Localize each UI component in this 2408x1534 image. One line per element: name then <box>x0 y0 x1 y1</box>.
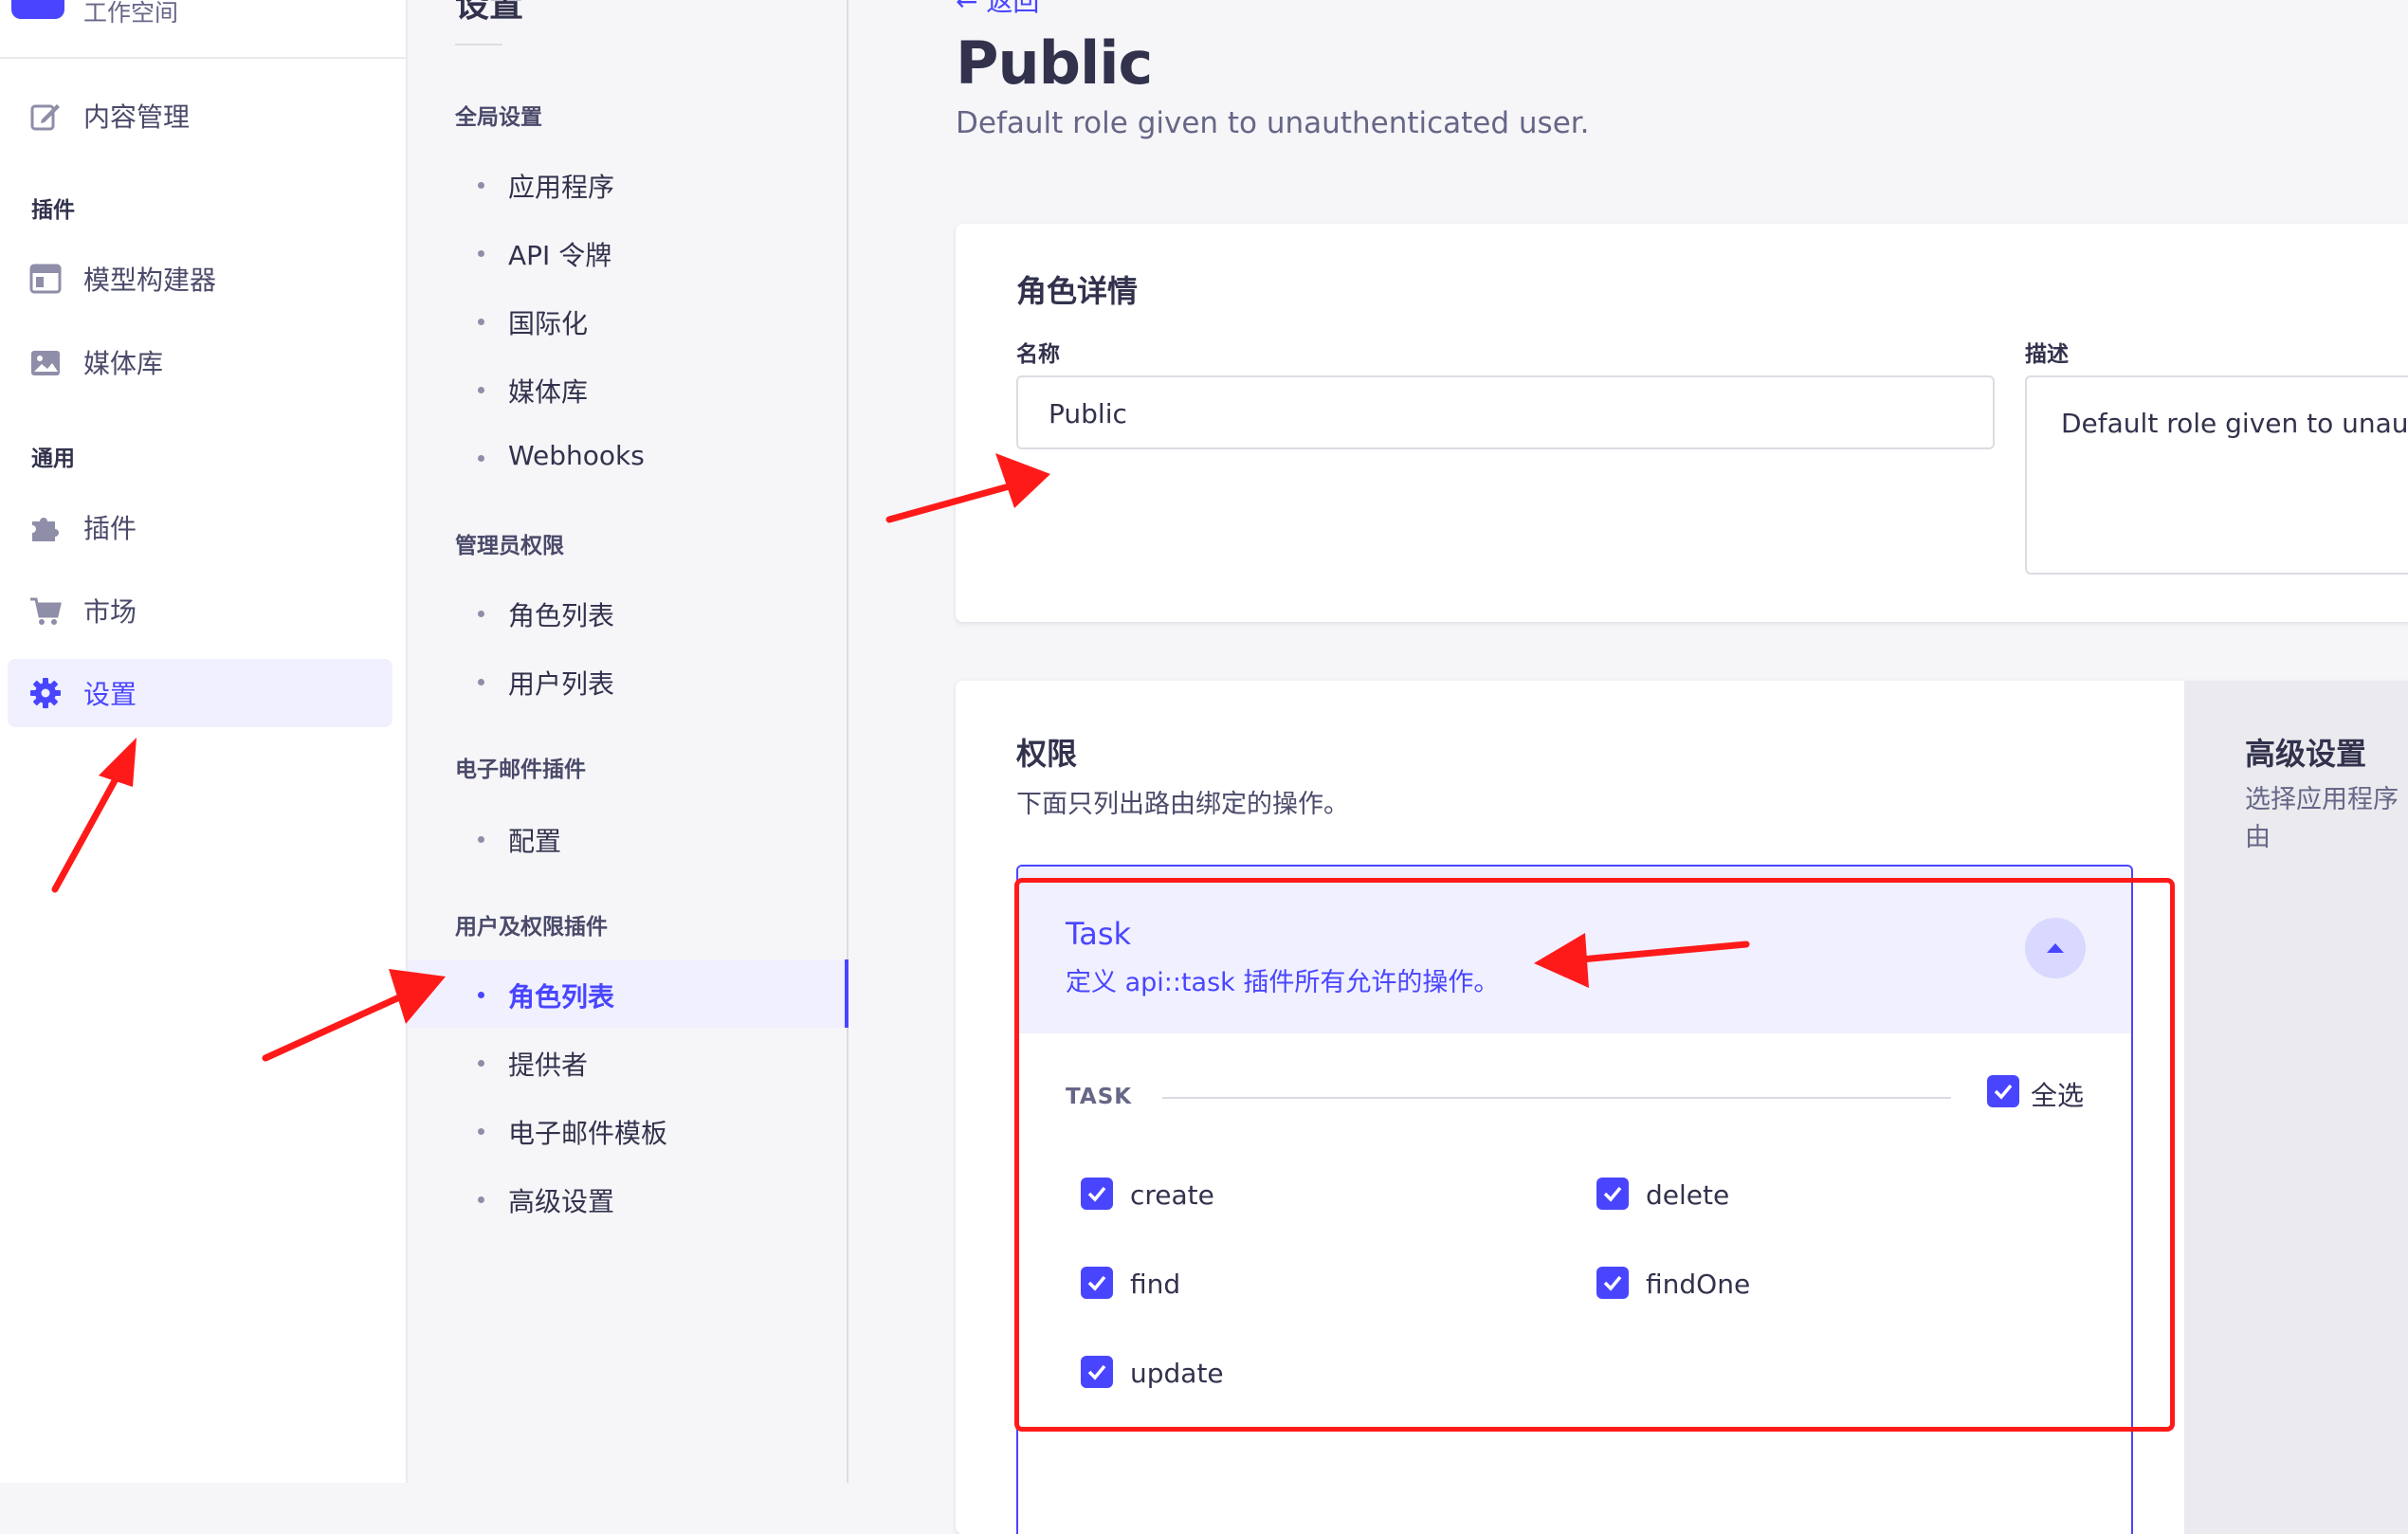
annotation-arrow-icon <box>1534 933 1750 988</box>
annotation-arrow-icon <box>51 738 137 893</box>
annotation-arrows <box>51 453 1750 1062</box>
annotation-arrow-icon <box>262 969 446 1062</box>
annotation-arrow-icon <box>885 453 1050 523</box>
